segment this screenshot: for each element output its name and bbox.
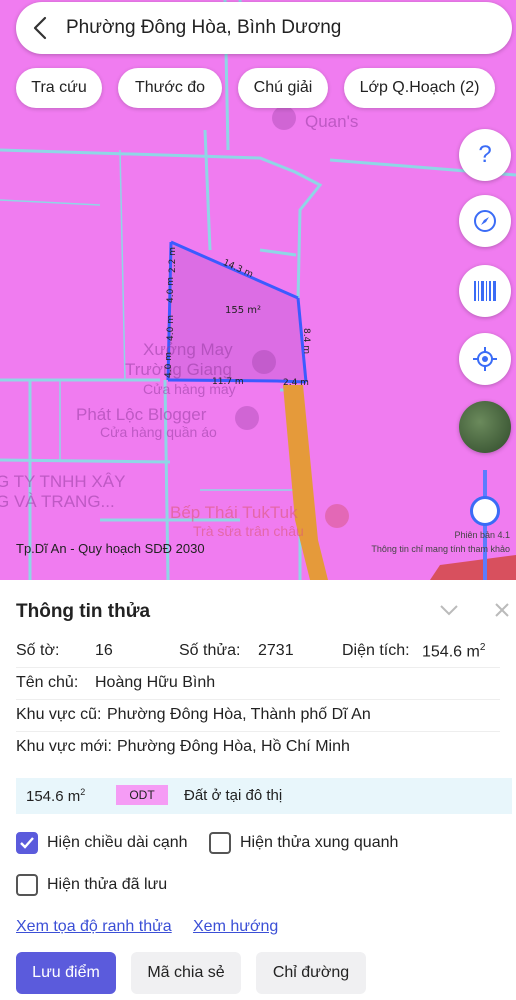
land-use-row: 154.6 m2 ODT Đất ở tại đô thị xyxy=(16,778,512,814)
parcel-info-panel: Thông tin thửa Số tờ: 16 Số thửa: 2731 D… xyxy=(0,580,516,1000)
disclaimer-label: Thông tin chỉ mang tính tham khảo xyxy=(371,544,510,554)
so-to-label: Số tờ: xyxy=(16,642,60,659)
land-use-area: 154.6 m2 xyxy=(26,787,86,805)
checkbox-show-edge-lengths[interactable]: Hiện chiều dài cạnh xyxy=(16,832,188,854)
poi-phat-loc: Phát Lộc Blogger xyxy=(76,405,207,424)
help-icon: ? xyxy=(478,141,492,168)
row-owner: Tên chủ: Hoàng Hữu Bình xyxy=(16,668,500,700)
directions-button[interactable]: Chỉ đường xyxy=(256,952,366,994)
poi-cong-ty-2: G VÀ TRANG... xyxy=(0,492,115,511)
parcel-area-label: 155 m² xyxy=(225,305,262,316)
panel-title: Thông tin thửa xyxy=(16,601,151,622)
poi-quans: Quan's xyxy=(305,112,359,131)
search-bar[interactable]: Phường Đông Hòa, Bình Dương xyxy=(16,2,512,54)
checkbox-show-neighbors[interactable]: Hiện thửa xung quanh xyxy=(209,832,398,854)
chip-chu-giai[interactable]: Chú giải xyxy=(238,68,328,108)
so-thua-value: 2731 xyxy=(258,642,294,659)
checkbox-unchecked-icon[interactable] xyxy=(16,874,38,896)
compass-button[interactable] xyxy=(459,195,511,247)
poi-cong-ty: G TY TNHH XÂY xyxy=(0,472,126,491)
locate-button[interactable] xyxy=(459,333,511,385)
edge-label-south: 11.7 m xyxy=(212,377,244,387)
barcode-button[interactable] xyxy=(459,265,511,317)
checkbox-label: Hiện thửa xung quanh xyxy=(240,834,399,851)
map-version-note: Phiên bản 4.1 Thông tin chỉ mang tính th… xyxy=(371,528,510,556)
row-old-area: Khu vực cũ: Phường Đông Hòa, Thành phố D… xyxy=(16,700,500,732)
land-use-code-badge: ODT xyxy=(116,785,168,805)
owner-value: Hoàng Hữu Bình xyxy=(95,674,216,691)
close-icon[interactable] xyxy=(488,596,516,624)
map-source-label: Tp.Dĩ An - Quy hoạch SDĐ 2030 xyxy=(16,541,205,556)
back-arrow-icon[interactable] xyxy=(16,2,66,54)
dien-tich-value: 154.6 m2 xyxy=(422,642,486,661)
barcode-icon xyxy=(474,281,496,301)
link-view-boundary-coords[interactable]: Xem tọa độ ranh thửa xyxy=(16,918,172,936)
location-title[interactable]: Phường Đông Hòa, Bình Dương xyxy=(66,17,341,39)
land-use-type: Đất ở tại đô thị xyxy=(184,787,283,804)
map-view[interactable]: Quan's Xưởng May Trường Giang Cửa hàng m… xyxy=(0,0,516,580)
checkbox-checked-icon[interactable] xyxy=(16,832,38,854)
poi-tra-sua: Trà sữa trân châu xyxy=(193,523,304,539)
edge-label-west-4: 2.2 m xyxy=(167,247,178,273)
chip-tra-cuu[interactable]: Tra cứu xyxy=(16,68,102,108)
edge-label-south-short: 2.4 m xyxy=(283,378,309,388)
checkbox-show-saved[interactable]: Hiện thửa đã lưu xyxy=(16,874,167,896)
poi-cua-hang-quan-ao: Cửa hàng quần áo xyxy=(100,424,217,440)
so-thua-label: Số thửa: xyxy=(179,642,241,659)
new-area-value: Phường Đông Hòa, Hồ Chí Minh xyxy=(117,738,350,755)
save-point-button[interactable]: Lưu điểm xyxy=(16,952,116,994)
owner-label: Tên chủ: xyxy=(16,674,79,691)
chip-lop-quy-hoach[interactable]: Lớp Q.Hoạch (2) xyxy=(344,68,495,108)
collapse-chevron-icon[interactable] xyxy=(435,596,463,624)
edge-label-west-1: 4.0 m xyxy=(163,352,174,378)
poi-xuong-may: Xưởng May xyxy=(143,340,233,359)
compass-icon xyxy=(474,210,496,232)
poi-bep-thai: Bếp Thái TukTuk xyxy=(170,503,298,522)
row-new-area: Khu vực mới: Phường Đông Hòa, Hồ Chí Min… xyxy=(16,732,500,764)
edge-label-east: 8.4 m xyxy=(300,328,311,354)
share-code-button[interactable]: Mã chia sẻ xyxy=(131,952,241,994)
old-area-value: Phường Đông Hòa, Thành phố Dĩ An xyxy=(107,706,371,723)
chip-thuoc-do[interactable]: Thước đo xyxy=(118,68,222,108)
so-to-value: 16 xyxy=(95,642,113,659)
checkbox-label: Hiện thửa đã lưu xyxy=(47,876,168,893)
edge-label-west-3: 4.0 m xyxy=(165,277,176,303)
satellite-layer-button[interactable] xyxy=(459,401,511,453)
new-area-label: Khu vực mới: xyxy=(16,738,112,755)
version-label: Phiên bản 4.1 xyxy=(454,530,510,540)
edge-label-west-2: 4.0 m xyxy=(165,315,176,341)
row-parcel-numbers: Số tờ: 16 Số thửa: 2731 Diện tích: 154.6… xyxy=(16,636,500,668)
link-view-direction[interactable]: Xem hướng xyxy=(193,918,278,936)
checkbox-label: Hiện chiều dài cạnh xyxy=(47,834,188,851)
crosshair-icon xyxy=(473,347,497,371)
opacity-slider-knob[interactable] xyxy=(470,496,500,526)
old-area-label: Khu vực cũ: xyxy=(16,706,102,723)
help-button[interactable]: ? xyxy=(459,129,511,181)
checkbox-unchecked-icon[interactable] xyxy=(209,832,231,854)
dien-tich-label: Diện tích: xyxy=(342,642,410,659)
